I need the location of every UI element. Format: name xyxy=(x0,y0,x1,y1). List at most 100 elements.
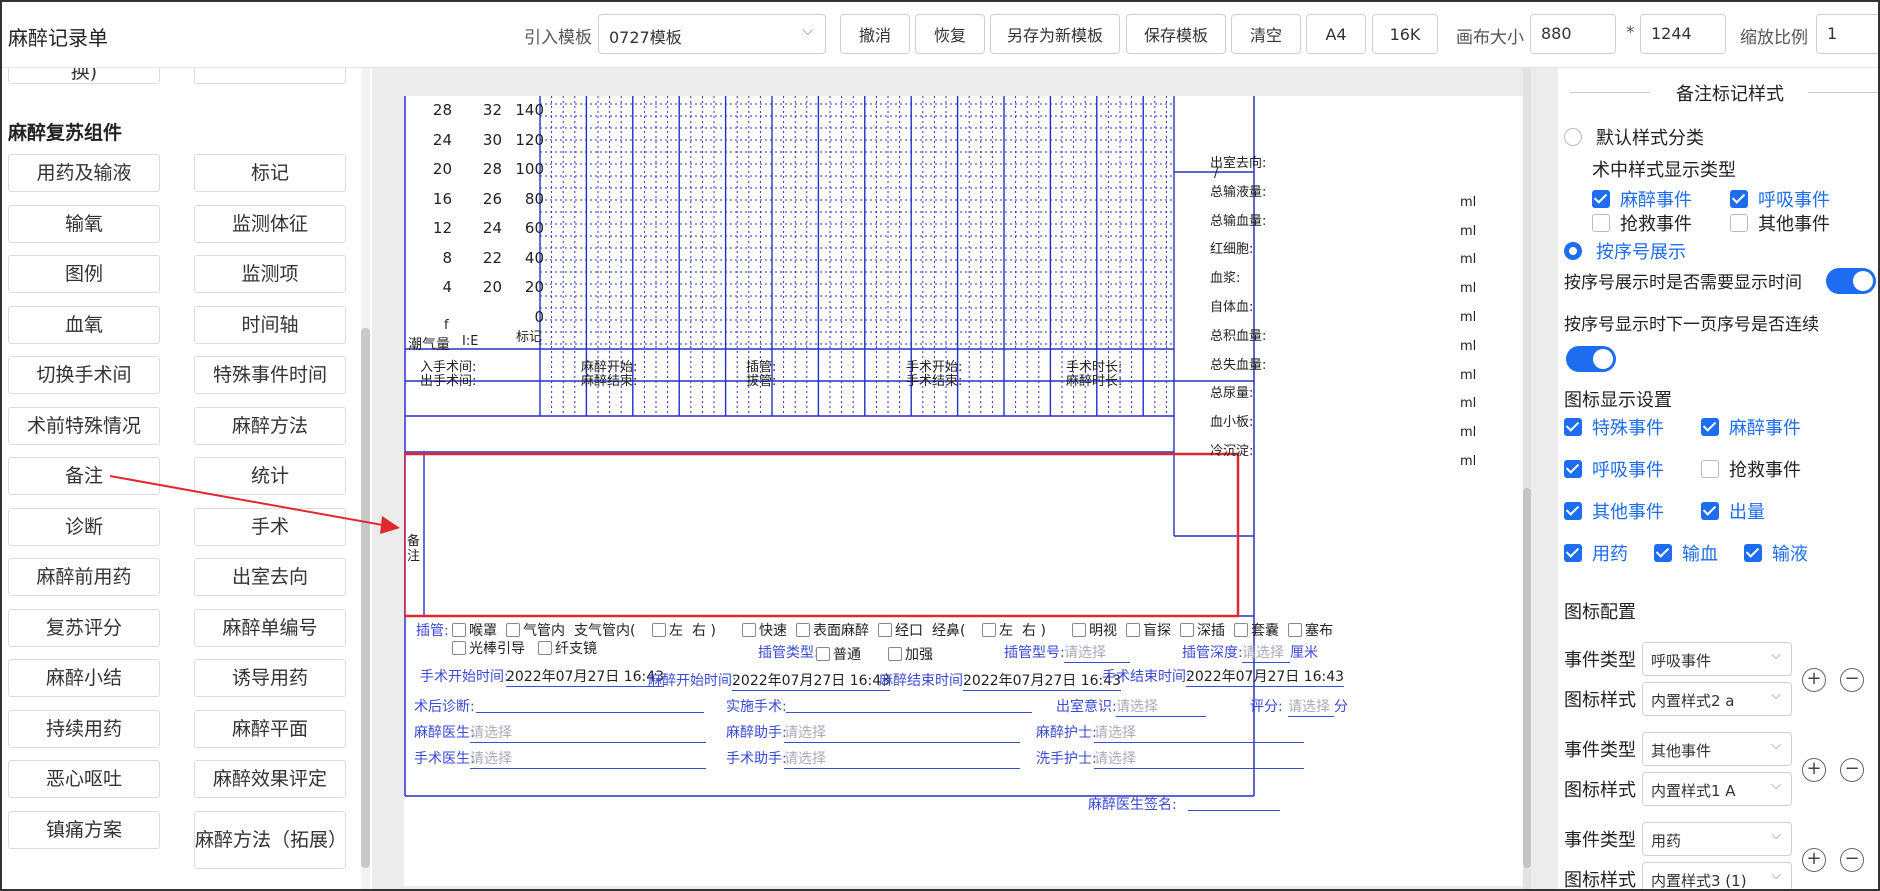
component-button[interactable]: 持续用药 xyxy=(8,709,160,748)
component-button[interactable]: 恶心呕吐 xyxy=(8,760,160,798)
a4-button[interactable]: A4 xyxy=(1306,14,1366,54)
component-button[interactable]: 输氧 xyxy=(8,204,160,243)
left-scrollbar-thumb[interactable] xyxy=(361,328,370,868)
remove-config-button[interactable]: − xyxy=(1840,668,1864,692)
component-button[interactable]: 图例 xyxy=(8,255,160,293)
component-button[interactable]: 血氧 xyxy=(8,305,160,344)
component-button[interactable]: 时间轴 xyxy=(194,305,346,344)
canvas-width-input[interactable]: 880 xyxy=(1530,14,1616,54)
seq-display-radio[interactable] xyxy=(1564,242,1582,260)
undo-button[interactable]: 撤消 xyxy=(840,14,910,54)
postop-diagnosis-field[interactable] xyxy=(476,712,704,713)
event-type-select[interactable]: 用药 ⌵ xyxy=(1642,822,1792,856)
event-type-select[interactable]: 呼吸事件 ⌵ xyxy=(1642,642,1792,676)
component-button[interactable]: 切换手术间 xyxy=(8,356,160,394)
component-button[interactable]: 特殊事件时间 xyxy=(194,356,346,394)
16k-button[interactable]: 16K xyxy=(1372,14,1438,54)
intubation-option[interactable]: 右 ) xyxy=(1022,620,1046,640)
rescue-event-checkbox[interactable] xyxy=(1592,214,1610,232)
icon-display-checkbox[interactable] xyxy=(1564,544,1582,562)
surgery-field[interactable] xyxy=(786,712,1032,713)
add-config-button[interactable]: + xyxy=(1802,758,1826,782)
component-button[interactable]: 术前特殊情况 xyxy=(8,406,160,445)
add-config-button[interactable]: + xyxy=(1802,668,1826,692)
intubation-option[interactable]: 光棒引导 xyxy=(452,638,525,658)
icon-display-checkbox[interactable] xyxy=(1701,502,1719,520)
intubation-option[interactable]: 塞布 xyxy=(1288,620,1333,640)
checkbox[interactable] xyxy=(796,623,810,637)
default-class-radio[interactable] xyxy=(1564,128,1582,146)
intubation-option[interactable]: 套囊 xyxy=(1234,620,1279,640)
checkbox[interactable] xyxy=(816,647,830,661)
checkbox[interactable] xyxy=(1234,623,1248,637)
icon-display-checkbox[interactable] xyxy=(1564,418,1582,436)
intubation-option[interactable]: 深插 xyxy=(1180,620,1225,640)
intubation-option[interactable]: 快速 xyxy=(742,620,787,640)
save-template-button[interactable]: 保存模板 xyxy=(1126,14,1226,54)
signature-field[interactable] xyxy=(1188,810,1280,811)
intubation-option[interactable]: 左 xyxy=(982,620,1013,640)
checkbox[interactable] xyxy=(1126,623,1140,637)
remove-config-button[interactable]: − xyxy=(1840,758,1864,782)
icon-style-select[interactable]: 内置样式3 (1) ⌵ xyxy=(1642,862,1792,889)
clear-button[interactable]: 清空 xyxy=(1231,14,1301,54)
component-button[interactable]: 复苏评分 xyxy=(8,608,160,647)
component-button[interactable]: 监测项 xyxy=(194,255,346,293)
checkbox[interactable] xyxy=(1288,623,1302,637)
intubation-option[interactable]: 明视 xyxy=(1072,620,1117,640)
icon-display-checkbox[interactable] xyxy=(1701,418,1719,436)
component-button[interactable]: 麻醉方法 xyxy=(194,406,346,445)
component-button[interactable]: 麻醉前用药 xyxy=(8,558,160,596)
icon-display-checkbox[interactable] xyxy=(1744,544,1762,562)
canvas-height-input[interactable]: 1244 xyxy=(1640,14,1726,54)
component-button[interactable]: 诊断 xyxy=(8,507,160,546)
checkbox[interactable] xyxy=(982,623,996,637)
checkbox[interactable] xyxy=(888,647,902,661)
component-button[interactable]: 用药及输液 xyxy=(8,154,160,192)
respiratory-event-checkbox[interactable] xyxy=(1730,190,1748,208)
event-type-select[interactable]: 其他事件 ⌵ xyxy=(1642,732,1792,766)
intubation-option[interactable]: 表面麻醉 xyxy=(796,620,869,640)
component-button[interactable]: 标记 xyxy=(194,154,346,192)
component-button[interactable]: 麻醉单编号 xyxy=(194,608,346,647)
component-button[interactable]: 麻醉平面 xyxy=(194,709,346,748)
component-button-partial-right[interactable] xyxy=(194,68,346,84)
anesthesia-event-checkbox[interactable] xyxy=(1592,190,1610,208)
intubation-option[interactable]: 喉罩 xyxy=(452,620,497,640)
intubation-option[interactable]: 气管内 xyxy=(506,620,565,640)
intubation-option[interactable]: 盲探 xyxy=(1126,620,1171,640)
zoom-input[interactable]: 1 xyxy=(1816,14,1878,54)
template-select[interactable]: 0727模板 ⌵ xyxy=(598,14,826,54)
icon-display-checkbox[interactable] xyxy=(1654,544,1672,562)
remove-config-button[interactable]: − xyxy=(1840,848,1864,872)
component-button[interactable]: 麻醉小结 xyxy=(8,659,160,697)
add-config-button[interactable]: + xyxy=(1802,848,1826,872)
intubation-option[interactable]: 左 xyxy=(652,620,683,640)
icon-display-checkbox[interactable] xyxy=(1701,460,1719,478)
icon-display-checkbox[interactable] xyxy=(1564,460,1582,478)
other-event-checkbox[interactable] xyxy=(1730,214,1748,232)
checkbox[interactable] xyxy=(538,641,552,655)
component-button[interactable]: 统计 xyxy=(194,457,346,495)
intubation-option[interactable]: 右 ) xyxy=(692,620,716,640)
redo-button[interactable]: 恢复 xyxy=(915,14,985,54)
component-button[interactable]: 麻醉效果评定 xyxy=(194,760,346,798)
checkbox[interactable] xyxy=(1072,623,1086,637)
component-button[interactable]: 手术 xyxy=(194,507,346,546)
component-button[interactable]: 监测体征 xyxy=(194,204,346,243)
component-button[interactable]: 麻醉方法（拓展） xyxy=(194,810,347,869)
component-button[interactable]: 镇痛方案 xyxy=(8,810,160,849)
seq-time-toggle[interactable] xyxy=(1826,268,1876,294)
icon-display-checkbox[interactable] xyxy=(1564,502,1582,520)
intubation-type-option[interactable]: 加强 xyxy=(888,644,933,664)
component-button[interactable]: 备注 xyxy=(8,457,160,495)
intubation-option[interactable]: 经鼻( xyxy=(932,620,965,640)
checkbox[interactable] xyxy=(1180,623,1194,637)
canvas-scrollbar-thumb[interactable] xyxy=(1523,488,1531,868)
intubation-type-option[interactable]: 普通 xyxy=(816,644,861,664)
seq-continue-toggle[interactable] xyxy=(1566,346,1616,372)
save-as-new-template-button[interactable]: 另存为新模板 xyxy=(990,14,1120,54)
checkbox[interactable] xyxy=(652,623,666,637)
intubation-option[interactable]: 纤支镜 xyxy=(538,638,597,658)
checkbox[interactable] xyxy=(506,623,520,637)
